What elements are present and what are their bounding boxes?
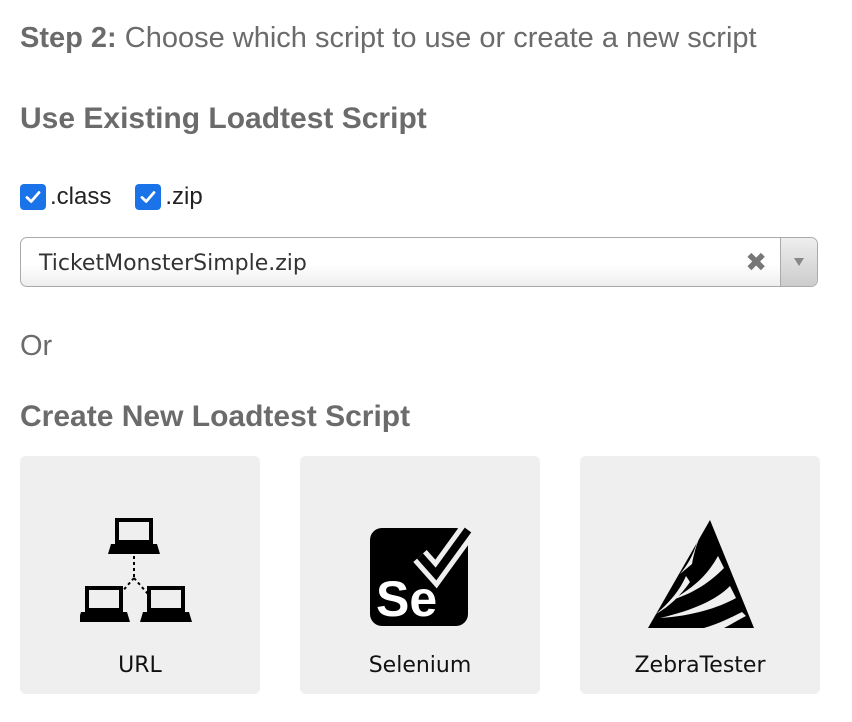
script-select[interactable]: TicketMonsterSimple.zip ✖ [20, 237, 818, 287]
create-selenium-card[interactable]: Se Selenium [300, 456, 540, 694]
filter-class-label: .class [50, 183, 112, 210]
create-script-heading: Create New Loadtest Script [20, 400, 411, 433]
filter-zip-checkbox[interactable]: .zip [135, 183, 203, 211]
file-type-filters: .class .zip [20, 183, 227, 211]
zebratester-label: ZebraTester [634, 653, 766, 678]
zebratester-icon [648, 520, 754, 628]
url-label: URL [118, 653, 162, 678]
selenium-icon-text: Se [376, 571, 437, 627]
checkbox-checked-icon[interactable] [20, 184, 46, 210]
checkbox-checked-icon[interactable] [135, 184, 162, 210]
or-separator: Or [20, 330, 53, 362]
filter-class-checkbox[interactable]: .class [20, 183, 111, 211]
existing-script-heading: Use Existing Loadtest Script [20, 102, 427, 135]
step-label: Step 2: [20, 22, 117, 54]
selenium-label: Selenium [368, 653, 472, 678]
selenium-icon: Se [370, 524, 476, 627]
step-instruction: Step 2: Choose which script to use or cr… [20, 22, 757, 55]
dropdown-toggle[interactable] [780, 238, 817, 286]
step-text: Choose which script to use or create a n… [116, 22, 757, 54]
chevron-down-icon [794, 258, 804, 266]
create-url-card[interactable]: URL [20, 456, 260, 694]
create-zebratester-card[interactable]: ZebraTester [580, 456, 820, 694]
network-computers-icon [80, 518, 192, 622]
filter-zip-label: .zip [165, 183, 203, 210]
script-select-value: TicketMonsterSimple.zip [39, 251, 307, 276]
clear-selection-icon[interactable]: ✖ [745, 248, 767, 278]
